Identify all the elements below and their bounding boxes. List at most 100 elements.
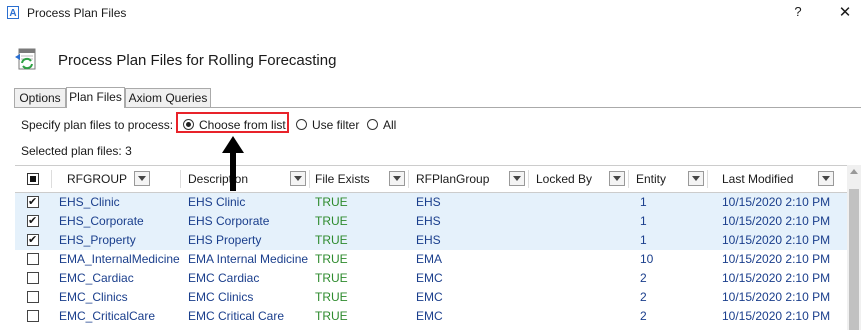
table-row[interactable]: EMC_CriticalCare EMC Critical Care TRUE … (15, 307, 847, 326)
help-button[interactable]: ? (788, 4, 808, 22)
highlight-box (176, 112, 289, 133)
row-checkbox[interactable] (27, 291, 39, 303)
dialog-header: Process Plan Files for Rolling Forecasti… (0, 44, 861, 76)
cell-entity: 1 (640, 233, 647, 247)
cell-rfplangroup: EMC (416, 290, 443, 304)
cell-rfgroup: EMC_Clinics (59, 290, 128, 304)
radio-all-label[interactable]: All (383, 118, 396, 132)
cell-file-exists: TRUE (315, 252, 348, 266)
tab-divider (14, 107, 861, 108)
grid-header: RFGROUP Description File Exists RFPlanGr… (15, 166, 861, 193)
column-separator (528, 170, 529, 188)
scrollbar-thumb[interactable] (849, 189, 859, 330)
select-all-checkbox[interactable] (27, 173, 39, 185)
process-mode-label: Specify plan files to process: (21, 118, 174, 132)
column-separator (408, 170, 409, 188)
file-exists-filter-dropdown[interactable] (389, 171, 405, 186)
last-modified-filter-dropdown[interactable] (818, 171, 834, 186)
tab-options[interactable]: Options (14, 88, 66, 107)
description-filter-dropdown[interactable] (290, 171, 306, 186)
row-checkbox[interactable] (27, 231, 39, 250)
cell-rfplangroup: EMC (416, 271, 443, 285)
cell-description: EMC Clinics (188, 290, 254, 304)
radio-use-filter[interactable] (296, 119, 307, 130)
column-header-description[interactable]: Description (188, 166, 248, 192)
vertical-scrollbar[interactable] (847, 165, 861, 330)
cell-rfplangroup: EMC (416, 309, 443, 323)
rfgroup-filter-dropdown[interactable] (134, 171, 150, 186)
tab-plan-files[interactable]: Plan Files (66, 87, 125, 108)
column-separator (309, 170, 310, 188)
cell-rfgroup: EMA_InternalMedicine (59, 252, 180, 266)
cell-rfgroup: EHS_Corporate (59, 214, 144, 228)
locked-by-filter-dropdown[interactable] (609, 171, 625, 186)
cell-rfgroup: EHS_Property (59, 233, 136, 247)
table-row[interactable]: EMC_Cardiac EMC Cardiac TRUE EMC 2 10/15… (15, 269, 847, 288)
column-header-entity[interactable]: Entity (636, 166, 666, 192)
row-checkbox[interactable] (27, 272, 39, 284)
cell-entity: 10 (640, 252, 654, 266)
cell-rfgroup: EHS_Clinic (59, 195, 120, 209)
table-row[interactable]: EHS_Clinic EHS Clinic TRUE EHS 1 10/15/2… (15, 193, 847, 212)
cell-last-modified: 10/15/2020 2:10 PM (722, 252, 831, 266)
row-checkbox[interactable] (27, 212, 39, 231)
table-row[interactable]: EMA_InternalMedicine EMA Internal Medici… (15, 250, 847, 269)
cell-description: EMC Critical Care (188, 309, 285, 323)
cell-last-modified: 10/15/2020 2:10 PM (722, 290, 831, 304)
process-mode-row: Specify plan files to process: Choose fr… (21, 115, 861, 135)
cell-last-modified: 10/15/2020 2:10 PM (722, 271, 831, 285)
tab-axiom-queries[interactable]: Axiom Queries (125, 88, 211, 107)
cell-file-exists: TRUE (315, 271, 348, 285)
column-separator (51, 170, 52, 188)
cell-file-exists: TRUE (315, 214, 348, 228)
close-button[interactable]: ✕ (834, 3, 856, 23)
column-separator (707, 170, 708, 188)
row-checkbox[interactable] (27, 310, 39, 322)
window-title: Process Plan Files (27, 6, 127, 20)
cell-rfgroup: EMC_CriticalCare (59, 309, 156, 323)
cell-description: EHS Clinic (188, 195, 246, 209)
column-separator (628, 170, 629, 188)
cell-description: EMA Internal Medicine (188, 252, 309, 266)
refresh-files-icon (15, 48, 36, 70)
column-header-rfgroup[interactable]: RFGROUP (67, 166, 127, 192)
cell-entity: 2 (640, 309, 647, 323)
cell-file-exists: TRUE (315, 309, 348, 323)
cell-rfgroup: EMC_Cardiac (59, 271, 134, 285)
cell-description: EHS Corporate (188, 214, 270, 228)
cell-rfplangroup: EHS (416, 195, 441, 209)
radio-use-filter-label[interactable]: Use filter (312, 118, 359, 132)
cell-file-exists: TRUE (315, 290, 348, 304)
cell-file-exists: TRUE (315, 195, 348, 209)
page-title: Process Plan Files for Rolling Forecasti… (58, 52, 337, 69)
cell-file-exists: TRUE (315, 233, 348, 247)
cell-rfplangroup: EHS (416, 233, 441, 247)
table-row[interactable]: EMC_Clinics EMC Clinics TRUE EMC 2 10/15… (15, 288, 847, 307)
cell-rfplangroup: EHS (416, 214, 441, 228)
row-checkbox[interactable] (27, 193, 39, 212)
table-row[interactable]: EHS_Property EHS Property TRUE EHS 1 10/… (15, 231, 847, 250)
column-separator (180, 170, 181, 188)
cell-entity: 1 (640, 214, 647, 228)
row-checkbox[interactable] (27, 253, 39, 265)
rfplangroup-filter-dropdown[interactable] (509, 171, 525, 186)
column-header-rfplangroup[interactable]: RFPlanGroup (416, 166, 489, 192)
scroll-up-icon[interactable] (850, 169, 858, 174)
cell-last-modified: 10/15/2020 2:10 PM (722, 214, 831, 228)
entity-filter-dropdown[interactable] (688, 171, 704, 186)
radio-all[interactable] (367, 119, 378, 130)
arrow-shaft (230, 151, 236, 191)
cell-entity: 2 (640, 290, 647, 304)
column-header-last-modified[interactable]: Last Modified (722, 166, 793, 192)
cell-description: EHS Property (188, 233, 262, 247)
column-header-file-exists[interactable]: File Exists (315, 166, 370, 192)
column-header-locked-by[interactable]: Locked By (536, 166, 592, 192)
title-bar: A Process Plan Files ? ✕ (0, 0, 861, 26)
table-row[interactable]: EHS_Corporate EHS Corporate TRUE EHS 1 1… (15, 212, 847, 231)
cell-last-modified: 10/15/2020 2:10 PM (722, 195, 831, 209)
cell-entity: 2 (640, 271, 647, 285)
cell-last-modified: 10/15/2020 2:10 PM (722, 309, 831, 323)
app-icon: A (7, 6, 19, 19)
selected-count: Selected plan files: 3 (21, 144, 132, 158)
cell-last-modified: 10/15/2020 2:10 PM (722, 233, 831, 247)
